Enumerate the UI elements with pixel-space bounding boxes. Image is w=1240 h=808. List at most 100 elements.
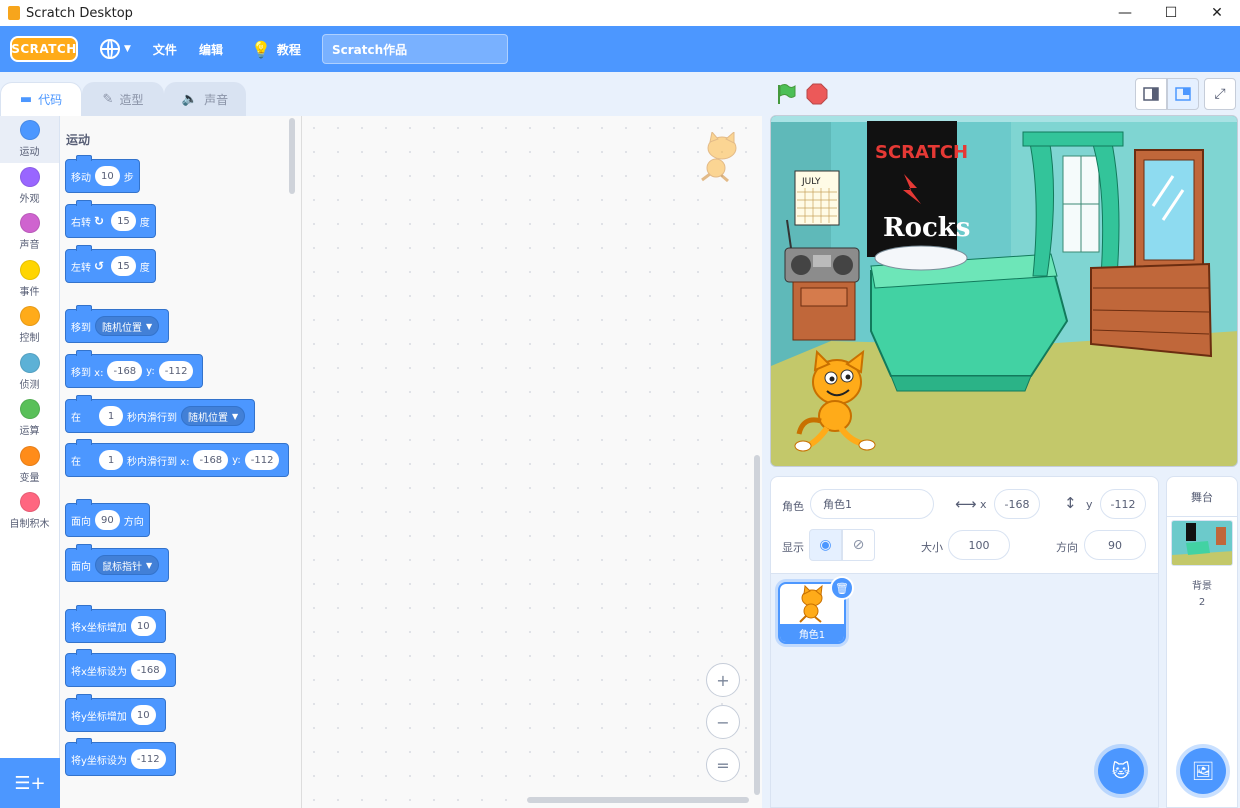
category-label: 事件: [19, 286, 40, 298]
category-operators[interactable]: 运算: [0, 395, 59, 442]
block-goto[interactable]: 移到 随机位置 ▼: [65, 305, 170, 343]
block-set-y[interactable]: 将y坐标设为 -112: [65, 738, 176, 776]
category-motion[interactable]: 运动: [0, 116, 59, 163]
block-glide[interactable]: 在 1 秒内滑行到 随机位置 ▼: [65, 395, 256, 433]
category-sensing[interactable]: 侦测: [0, 349, 59, 396]
block-input[interactable]: -168: [107, 361, 143, 381]
block-turn-left[interactable]: 左转 ↺ 15 度: [65, 245, 156, 283]
control-dot-icon: [19, 306, 40, 327]
block-set-x[interactable]: 将x坐标设为 -168: [65, 649, 176, 687]
hide-sprite-button[interactable]: ⊘: [842, 529, 875, 561]
category-events[interactable]: 事件: [0, 256, 59, 303]
operators-dot-icon: [19, 399, 40, 420]
rotate-right-icon: ↻: [94, 214, 105, 228]
zoom-in-button[interactable]: +: [706, 663, 740, 697]
block-point-direction[interactable]: 面向 90 方向: [65, 499, 150, 537]
poster-subtitle: Rocks: [883, 213, 970, 243]
block-input[interactable]: 1: [99, 406, 123, 426]
category-looks[interactable]: 外观: [0, 163, 59, 210]
block-dropdown[interactable]: 随机位置 ▼: [181, 406, 246, 426]
language-menu[interactable]: ▼: [100, 39, 131, 59]
sensing-dot-icon: [19, 352, 40, 373]
block-move-steps[interactable]: 移动 10 步: [65, 155, 140, 193]
category-my-blocks[interactable]: 自制积木: [0, 488, 59, 535]
script-workspace[interactable]: [302, 116, 762, 808]
sprite-name-input[interactable]: 角色1: [810, 489, 934, 519]
category-variables[interactable]: 变量: [0, 442, 59, 489]
block-text: 左转: [71, 262, 91, 274]
block-input[interactable]: 15: [111, 211, 136, 231]
block-input[interactable]: -168: [193, 450, 229, 470]
add-backdrop-button[interactable]: 🖼: [1180, 748, 1226, 794]
menu-bar: SCRATCH ▼ 文件 编辑 💡 教程 Scratch作品: [0, 26, 1240, 72]
block-input[interactable]: 10: [95, 166, 120, 186]
add-extension-button[interactable]: ☰+: [0, 758, 60, 808]
block-dropdown[interactable]: 随机位置 ▼: [95, 316, 160, 336]
block-glide-xy[interactable]: 在 1 秒内滑行到 x: -168 y: -112: [65, 439, 290, 477]
size-input[interactable]: 100: [948, 530, 1010, 560]
block-input[interactable]: 90: [95, 510, 120, 530]
y-position-input[interactable]: -112: [1100, 489, 1146, 519]
direction-input[interactable]: 90: [1084, 530, 1146, 560]
workspace-horizontal-scrollbar[interactable]: [527, 797, 749, 803]
edit-menu[interactable]: 编辑: [199, 41, 223, 58]
block-input[interactable]: 10: [130, 616, 156, 636]
stage-thumbnail[interactable]: [1171, 520, 1233, 566]
category-sound[interactable]: 声音: [0, 209, 59, 256]
palette-scrollbar[interactable]: [289, 118, 295, 194]
block-input[interactable]: -112: [130, 749, 166, 769]
block-input[interactable]: 1: [99, 450, 123, 470]
block-text: 右转: [71, 217, 91, 229]
app-icon: [8, 6, 20, 20]
scratch-logo[interactable]: SCRATCH: [10, 36, 78, 62]
chevron-down-icon: ▼: [146, 560, 153, 570]
direction-label: 方向: [1056, 541, 1078, 554]
show-label: 显示: [782, 541, 804, 554]
minimize-button[interactable]: —: [1102, 0, 1148, 26]
tab-sounds[interactable]: 🔈 声音: [164, 82, 246, 116]
block-input[interactable]: 10: [130, 705, 156, 725]
category-control[interactable]: 控制: [0, 302, 59, 349]
current-sprite-cat-icon: [701, 132, 737, 182]
stage-canvas[interactable]: SCRATCH Rocks JULY: [770, 115, 1238, 467]
block-input[interactable]: -112: [158, 361, 194, 381]
size-label: 大小: [921, 541, 943, 554]
green-flag-icon[interactable]: [775, 83, 797, 105]
block-input[interactable]: -112: [244, 450, 280, 470]
stop-icon[interactable]: [806, 83, 828, 105]
block-change-y[interactable]: 将y坐标增加 10: [65, 694, 166, 732]
project-title-input[interactable]: Scratch作品: [322, 34, 508, 64]
brush-icon: ✎: [102, 92, 114, 107]
normal-stage-icon: [1175, 87, 1191, 101]
normal-stage-button[interactable]: [1167, 78, 1199, 110]
add-extension-icon: ☰+: [14, 772, 46, 794]
globe-icon: [100, 39, 120, 59]
workspace-vertical-scrollbar[interactable]: [754, 455, 760, 795]
file-menu[interactable]: 文件: [153, 41, 177, 58]
small-stage-button[interactable]: [1135, 78, 1167, 110]
block-text: 将x坐标增加: [71, 622, 127, 634]
delete-sprite-button[interactable]: 🗑: [830, 576, 854, 600]
add-sprite-button[interactable]: 🐱: [1098, 748, 1144, 794]
block-goto-xy[interactable]: 移到 x: -168 y: -112: [65, 350, 204, 388]
block-dropdown[interactable]: 鼠标指针 ▼: [95, 555, 160, 575]
fullscreen-button[interactable]: ⤢: [1204, 78, 1236, 110]
tab-code[interactable]: ▬ 代码: [0, 82, 82, 116]
zoom-reset-button[interactable]: =: [706, 748, 740, 782]
show-sprite-button[interactable]: ◉: [809, 529, 842, 561]
tab-costumes[interactable]: ✎ 造型: [82, 82, 164, 116]
close-button[interactable]: ✕: [1194, 0, 1240, 26]
block-point-towards[interactable]: 面向 鼠标指针 ▼: [65, 544, 170, 582]
block-input[interactable]: -168: [130, 660, 166, 680]
block-input[interactable]: 15: [111, 256, 136, 276]
fullscreen-icon: ⤢: [1214, 86, 1226, 102]
maximize-button[interactable]: ☐: [1148, 0, 1194, 26]
tutorials-menu[interactable]: 💡 教程: [251, 40, 301, 59]
dropdown-value: 随机位置: [102, 322, 142, 334]
category-label: 声音: [19, 240, 40, 252]
block-text: 移动: [71, 172, 91, 184]
block-turn-right[interactable]: 右转 ↻ 15 度: [65, 200, 156, 238]
block-change-x[interactable]: 将x坐标增加 10: [65, 605, 166, 643]
x-position-input[interactable]: -168: [994, 489, 1040, 519]
zoom-out-button[interactable]: −: [706, 705, 740, 739]
